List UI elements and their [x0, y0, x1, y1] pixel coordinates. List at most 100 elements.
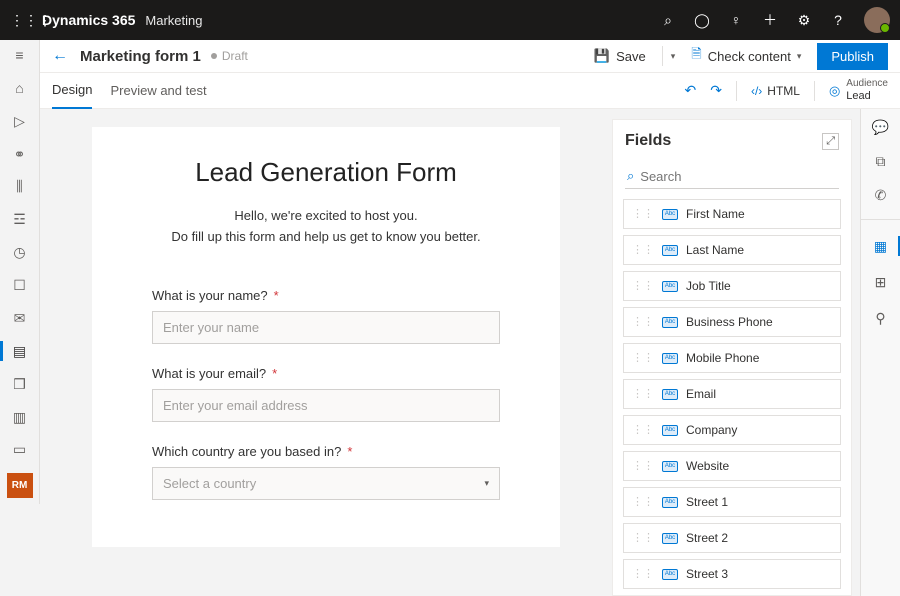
field-item-lastname[interactable]: ⋮⋮AbcLast Name: [623, 235, 841, 265]
field-list: ⋮⋮AbcFirst Name ⋮⋮AbcLast Name ⋮⋮AbcJob …: [613, 199, 851, 595]
gear-icon[interactable]: ⚙: [796, 12, 812, 28]
cube-icon[interactable]: ❒: [10, 375, 30, 394]
save-chevron-icon[interactable]: ▾: [671, 51, 676, 62]
field-item-mobilephone[interactable]: ⋮⋮AbcMobile Phone: [623, 343, 841, 373]
save-button[interactable]: 💾Save: [586, 43, 654, 69]
textfield-icon: Abc: [662, 389, 678, 400]
inbox-icon[interactable]: ☐: [10, 276, 30, 295]
grip-icon: ⋮⋮: [632, 535, 654, 541]
separator: [814, 81, 815, 101]
lightbulb-icon[interactable]: ♀: [728, 12, 744, 28]
mail-icon[interactable]: ✉: [10, 309, 30, 328]
grip-icon: ⋮⋮: [632, 355, 654, 361]
field-label-country: Which country are you based in?*: [152, 444, 500, 459]
redo-icon[interactable]: ↷: [710, 82, 722, 99]
undo-icon[interactable]: ↶: [684, 82, 696, 99]
app-launcher-icon[interactable]: ⋮⋮⋮: [10, 13, 34, 27]
persona-badge[interactable]: RM: [7, 473, 33, 498]
chevron-down-icon: ▾: [484, 478, 489, 489]
check-content-button[interactable]: 🗎Check content▾: [683, 40, 809, 72]
form-description: Hello, we're excited to host you. Do fil…: [152, 206, 500, 248]
textfield-icon: Abc: [662, 353, 678, 364]
search-icon: ⌕: [627, 168, 634, 184]
expand-icon[interactable]: ⤢: [822, 133, 839, 150]
audience-selector[interactable]: Audience Lead: [846, 78, 888, 103]
filter-icon[interactable]: ☲: [10, 210, 30, 229]
textfield-icon: Abc: [662, 497, 678, 508]
field-item-company[interactable]: ⋮⋮AbcCompany: [623, 415, 841, 445]
play-icon[interactable]: ▷: [10, 112, 30, 131]
tab-preview[interactable]: Preview and test: [110, 73, 206, 109]
save-icon: 💾: [594, 48, 610, 64]
grip-icon: ⋮⋮: [632, 283, 654, 289]
check-chevron-icon: ▾: [797, 51, 802, 62]
name-input[interactable]: Enter your name: [152, 311, 500, 344]
task-icon[interactable]: ◯: [694, 12, 710, 28]
publish-button[interactable]: Publish: [817, 43, 888, 70]
fields-panel: Fields ⤢ ⌕ ⋮⋮AbcFirst Name ⋮⋮AbcLast Nam…: [612, 119, 852, 596]
link-icon[interactable]: ⧉: [871, 151, 891, 171]
field-item-jobtitle[interactable]: ⋮⋮AbcJob Title: [623, 271, 841, 301]
record-status: Draft: [211, 49, 248, 63]
textfield-icon: Abc: [662, 245, 678, 256]
search-input[interactable]: [640, 169, 837, 184]
check-icon: 🗎: [691, 45, 701, 67]
field-item-firstname[interactable]: ⋮⋮AbcFirst Name: [623, 199, 841, 229]
help-icon[interactable]: ?: [830, 12, 846, 28]
separator: [736, 81, 737, 101]
html-toggle[interactable]: ‹/›HTML: [751, 84, 800, 98]
code-icon: ‹/›: [751, 84, 762, 98]
grip-icon: ⋮⋮: [632, 319, 654, 325]
form-icon[interactable]: ▤: [10, 342, 30, 361]
textfield-icon: Abc: [662, 569, 678, 580]
field-label-email: What is your email?*: [152, 366, 500, 381]
field-item-street2[interactable]: ⋮⋮AbcStreet 2: [623, 523, 841, 553]
record-title: Marketing form 1: [80, 48, 201, 65]
library-icon[interactable]: ▥: [10, 408, 30, 427]
back-icon[interactable]: ←: [52, 47, 68, 65]
module-name: Marketing: [145, 13, 202, 28]
grip-icon: ⋮⋮: [632, 571, 654, 577]
field-search[interactable]: ⌕: [625, 164, 839, 189]
chart-icon[interactable]: ⫼: [10, 178, 30, 197]
form-canvas: Lead Generation Form Hello, we're excite…: [40, 109, 612, 596]
form-preview[interactable]: Lead Generation Form Hello, we're excite…: [92, 127, 560, 547]
home-icon[interactable]: ⌂: [10, 79, 30, 98]
field-item-email[interactable]: ⋮⋮AbcEmail: [623, 379, 841, 409]
global-topbar: ⋮⋮⋮ Dynamics 365 Marketing ⌕ ◯ ♀ ＋ ⚙ ?: [0, 0, 900, 40]
field-item-bizphone[interactable]: ⋮⋮AbcBusiness Phone: [623, 307, 841, 337]
grip-icon: ⋮⋮: [632, 211, 654, 217]
grip-icon: ⋮⋮: [632, 499, 654, 505]
phone-icon[interactable]: ✆: [871, 185, 891, 205]
field-label-name: What is your name?*: [152, 288, 500, 303]
add-icon[interactable]: ＋: [762, 12, 778, 28]
textfield-icon: Abc: [662, 209, 678, 220]
search-icon[interactable]: ⌕: [660, 12, 676, 28]
textfield-icon: Abc: [662, 425, 678, 436]
globe-icon[interactable]: ◷: [10, 243, 30, 262]
settings-icon[interactable]: ⚲: [871, 308, 891, 328]
field-item-street1[interactable]: ⋮⋮AbcStreet 1: [623, 487, 841, 517]
grip-icon: ⋮⋮: [632, 463, 654, 469]
tab-bar: Design Preview and test ↶ ↷ ‹/›HTML ◎ Au…: [40, 73, 900, 109]
grip-icon: ⋮⋮: [632, 391, 654, 397]
country-select[interactable]: Select a country▾: [152, 467, 500, 500]
textfield-icon: Abc: [662, 317, 678, 328]
chat-icon[interactable]: 💬: [871, 117, 891, 137]
right-rail: 💬 ⧉ ✆ ▦ ⊞ ⚲: [860, 109, 900, 596]
field-item-website[interactable]: ⋮⋮AbcWebsite: [623, 451, 841, 481]
brand-name: Dynamics 365: [42, 12, 135, 28]
target-icon: ◎: [829, 83, 840, 99]
textfield-icon: Abc: [662, 281, 678, 292]
elements-icon[interactable]: ▦: [871, 236, 891, 256]
field-item-street3[interactable]: ⋮⋮AbcStreet 3: [623, 559, 841, 589]
user-avatar[interactable]: [864, 7, 890, 33]
people-icon[interactable]: ⚭: [10, 145, 30, 164]
email-input[interactable]: Enter your email address: [152, 389, 500, 422]
menu-icon[interactable]: ≡: [10, 46, 30, 65]
textfield-icon: Abc: [662, 533, 678, 544]
tab-design[interactable]: Design: [52, 73, 92, 109]
add-section-icon[interactable]: ⊞: [871, 272, 891, 292]
page-icon[interactable]: ▭: [10, 441, 30, 460]
form-title: Lead Generation Form: [152, 157, 500, 188]
